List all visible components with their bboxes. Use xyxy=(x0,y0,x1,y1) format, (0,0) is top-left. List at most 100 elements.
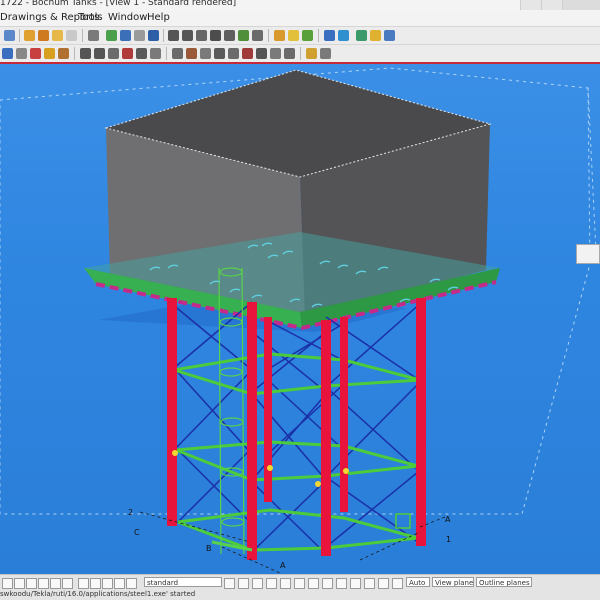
ring-beams xyxy=(173,352,421,552)
select-icon[interactable] xyxy=(2,48,13,59)
select-switch-icon[interactable] xyxy=(114,578,125,589)
select-switch-icon[interactable] xyxy=(62,578,73,589)
create-view-icon[interactable] xyxy=(106,30,117,41)
drawing-list-icon[interactable] xyxy=(324,30,335,41)
open-icon[interactable] xyxy=(4,30,15,41)
minimize-button[interactable] xyxy=(520,0,541,10)
snap-3d-icon[interactable] xyxy=(320,48,331,59)
select-part-icon[interactable] xyxy=(16,48,27,59)
grid-label: A xyxy=(280,561,286,570)
column xyxy=(167,298,177,526)
snap-switch-icon[interactable] xyxy=(350,578,361,589)
column xyxy=(340,317,348,512)
grid-label: C xyxy=(134,528,140,537)
plate-icon[interactable] xyxy=(210,30,221,41)
snap-switch-icon[interactable] xyxy=(238,578,249,589)
snap-plane-icon[interactable] xyxy=(306,48,317,59)
snap-end-icon[interactable] xyxy=(94,48,105,59)
snap-center-icon[interactable] xyxy=(108,48,119,59)
snap-switch-icon[interactable] xyxy=(392,578,403,589)
print-icon[interactable] xyxy=(66,30,77,41)
assembly-icon[interactable] xyxy=(288,30,299,41)
polybeam-icon[interactable] xyxy=(196,30,207,41)
menu-help[interactable]: Help xyxy=(147,12,170,23)
column xyxy=(247,302,257,560)
component-icon[interactable] xyxy=(274,30,285,41)
numbering-icon[interactable] xyxy=(302,30,313,41)
new-model-icon[interactable] xyxy=(24,30,35,41)
help-icon[interactable] xyxy=(148,30,159,41)
select-switch-icon[interactable] xyxy=(26,578,37,589)
snap-point-icon[interactable] xyxy=(80,48,91,59)
select-switch-icon[interactable] xyxy=(2,578,13,589)
grid-label: A xyxy=(445,515,451,524)
toolbar-separator xyxy=(74,47,75,60)
toolbar-separator xyxy=(318,29,319,42)
bolt-icon[interactable] xyxy=(224,30,235,41)
toolbar-separator xyxy=(268,29,269,42)
select-switch-icon[interactable] xyxy=(38,578,49,589)
toolbar-separator xyxy=(82,29,83,42)
model-view[interactable]: 2 C B A A 1 xyxy=(0,62,600,576)
snap-intersection-icon[interactable] xyxy=(136,48,147,59)
select-switch-icon[interactable] xyxy=(14,578,25,589)
snap-perpendicular-icon[interactable] xyxy=(150,48,161,59)
snap-switch-icon[interactable] xyxy=(378,578,389,589)
side-panel-tab[interactable] xyxy=(576,244,600,264)
report-icon[interactable] xyxy=(338,30,349,41)
snap-switch-icon[interactable] xyxy=(252,578,263,589)
snap-reference-icon[interactable] xyxy=(214,48,225,59)
status-bar: standard Auto View plane Outline planes … xyxy=(0,574,600,600)
snap-switch-icon[interactable] xyxy=(280,578,291,589)
save-icon[interactable] xyxy=(38,30,49,41)
snap-midpoint-icon[interactable] xyxy=(122,48,133,59)
view-name-select[interactable]: standard xyxy=(144,577,222,587)
snap-mode-select[interactable]: Auto xyxy=(406,577,430,587)
select-switch-icon[interactable] xyxy=(126,578,137,589)
grid-label: 1 xyxy=(446,535,451,544)
toolbar-separator xyxy=(163,29,164,42)
window-title: 1722 - Bochum Tanks - [View 1 - Standard… xyxy=(0,0,237,8)
undo-icon[interactable] xyxy=(88,30,99,41)
snap-switch-icon[interactable] xyxy=(322,578,333,589)
menu-window[interactable]: Window xyxy=(108,12,147,23)
snap-extension-icon[interactable] xyxy=(256,48,267,59)
select-switch-icon[interactable] xyxy=(102,578,113,589)
select-switch-icon[interactable] xyxy=(50,578,61,589)
snap-nearest-icon[interactable] xyxy=(186,48,197,59)
lock-icon[interactable] xyxy=(370,30,381,41)
snap-line-icon[interactable] xyxy=(172,48,183,59)
clash-check-icon[interactable] xyxy=(356,30,367,41)
outline-planes-select[interactable]: Outline planes xyxy=(476,577,532,587)
grid-label: B xyxy=(206,544,212,553)
menu-bar: Drawings & Reports Tools Window Help xyxy=(0,11,600,26)
snap-switch-icon[interactable] xyxy=(336,578,347,589)
snap-edge-icon[interactable] xyxy=(284,48,295,59)
snap-switch-icon[interactable] xyxy=(294,578,305,589)
close-button[interactable] xyxy=(562,0,600,10)
snap-switch-icon[interactable] xyxy=(364,578,375,589)
cut-icon[interactable] xyxy=(252,30,263,41)
clip-plane-icon[interactable] xyxy=(134,30,145,41)
sync-icon[interactable] xyxy=(384,30,395,41)
view-plane-select[interactable]: View plane xyxy=(432,577,474,587)
snap-switch-icon[interactable] xyxy=(308,578,319,589)
weld-icon[interactable] xyxy=(238,30,249,41)
snap-geometry-icon[interactable] xyxy=(228,48,239,59)
select-switch-icon[interactable] xyxy=(78,578,89,589)
folder-icon[interactable] xyxy=(52,30,63,41)
select-bolt-icon[interactable] xyxy=(30,48,41,59)
select-weld-icon[interactable] xyxy=(44,48,55,59)
menu-tools[interactable]: Tools xyxy=(78,12,103,23)
select-component-icon[interactable] xyxy=(58,48,69,59)
snap-any-icon[interactable] xyxy=(200,48,211,59)
select-switch-icon[interactable] xyxy=(90,578,101,589)
snap-switch-icon[interactable] xyxy=(266,578,277,589)
column-icon[interactable] xyxy=(168,30,179,41)
beam-icon[interactable] xyxy=(182,30,193,41)
view-properties-icon[interactable] xyxy=(120,30,131,41)
snap-free-icon[interactable] xyxy=(270,48,281,59)
snap-grid-icon[interactable] xyxy=(242,48,253,59)
snap-switch-icon[interactable] xyxy=(224,578,235,589)
maximize-button[interactable] xyxy=(541,0,562,10)
